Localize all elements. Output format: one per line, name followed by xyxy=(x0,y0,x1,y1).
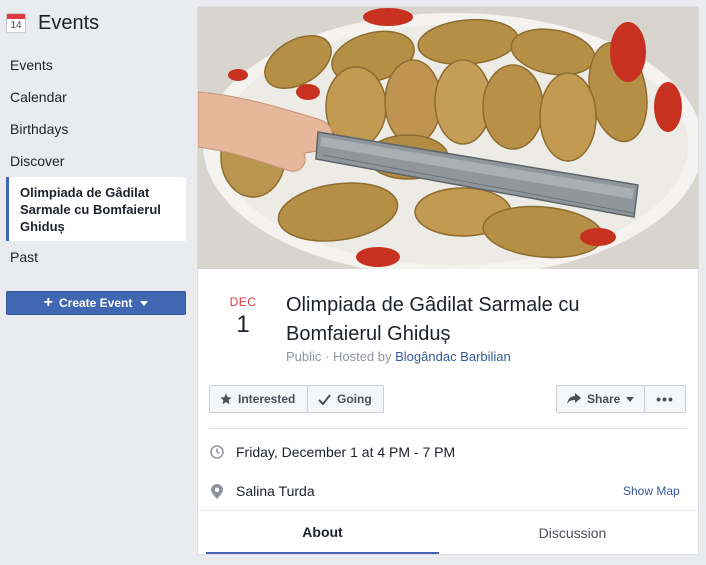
plus-icon: + xyxy=(43,294,53,311)
clock-icon xyxy=(209,445,225,459)
create-event-button[interactable]: + Create Event xyxy=(6,291,186,315)
tab-discussion[interactable]: Discussion xyxy=(455,511,690,554)
create-event-label: Create Event xyxy=(58,296,133,310)
sidebar-item-birthdays[interactable]: Birthdays xyxy=(0,113,192,145)
sidebar-item-current-event[interactable]: Olimpiada de Gâdilat Sarmale cu Bomfaier… xyxy=(6,177,186,241)
event-title: Olimpiada de Gâdilat Sarmale cu Bomfaier… xyxy=(286,294,580,345)
going-label: Going xyxy=(337,392,372,406)
more-options-button[interactable]: ••• xyxy=(644,385,686,413)
event-cover-photo[interactable] xyxy=(198,7,698,269)
sidebar-title[interactable]: Events xyxy=(38,12,99,35)
calendar-icon: 14 xyxy=(6,13,26,33)
interested-label: Interested xyxy=(238,392,296,406)
share-button[interactable]: Share xyxy=(556,385,645,413)
sidebar-item-label: Calendar xyxy=(10,89,67,105)
sidebar-item-label: Birthdays xyxy=(10,121,69,137)
sidebar-item-label: Past xyxy=(10,249,39,265)
sidebar-item-label: Discover xyxy=(10,153,65,169)
more-icon: ••• xyxy=(656,391,674,407)
sidebar-item-calendar[interactable]: Calendar xyxy=(0,81,192,113)
event-host-link[interactable]: Blogândac Barbilian xyxy=(395,349,511,364)
sidebar-item-label: Olimpiada de Gâdilat Sarmale cu Bomfaier… xyxy=(20,184,161,234)
event-date: DEC 1 xyxy=(218,295,268,339)
star-icon xyxy=(220,393,232,405)
interested-button[interactable]: Interested xyxy=(209,385,308,413)
sidebar-item-label: Events xyxy=(10,57,53,73)
sidebar-item-events[interactable]: Events xyxy=(0,49,192,81)
share-arrow-icon xyxy=(567,393,581,404)
event-privacy: Public xyxy=(286,349,322,364)
food-photo-icon xyxy=(198,7,698,269)
event-location[interactable]: Salina Turda xyxy=(236,483,315,499)
sidebar-header: 14 Events xyxy=(6,10,99,36)
sidebar-item-discover[interactable]: Discover xyxy=(0,145,192,177)
checkmark-icon xyxy=(318,393,331,405)
chevron-down-icon xyxy=(140,300,149,306)
event-date-month: DEC xyxy=(229,295,257,309)
tab-about[interactable]: About xyxy=(206,511,439,554)
location-pin-icon xyxy=(209,483,225,499)
event-date-day: 1 xyxy=(236,311,250,338)
sidebar-item-past[interactable]: Past xyxy=(0,241,192,273)
divider xyxy=(209,428,687,429)
sidebar: 14 Events Events Calendar Birthdays Disc… xyxy=(0,0,192,565)
event-meta: Public · Hosted by Blogândac Barbilian xyxy=(286,349,511,364)
chevron-down-icon xyxy=(626,396,635,402)
event-time: Friday, December 1 at 4 PM - 7 PM xyxy=(236,444,456,460)
hosted-by-label: · Hosted by xyxy=(321,349,396,364)
show-map-link[interactable]: Show Map xyxy=(623,484,680,498)
event-location-row: Salina Turda xyxy=(209,481,315,501)
event-time-row: Friday, December 1 at 4 PM - 7 PM xyxy=(209,442,455,462)
share-label: Share xyxy=(587,392,621,406)
event-card: DEC 1 Olimpiada de Gâdilat Sarmale cu Bo… xyxy=(197,6,699,555)
sidebar-nav: Events Calendar Birthdays Discover Olimp… xyxy=(0,49,192,273)
going-button[interactable]: Going xyxy=(307,385,384,413)
